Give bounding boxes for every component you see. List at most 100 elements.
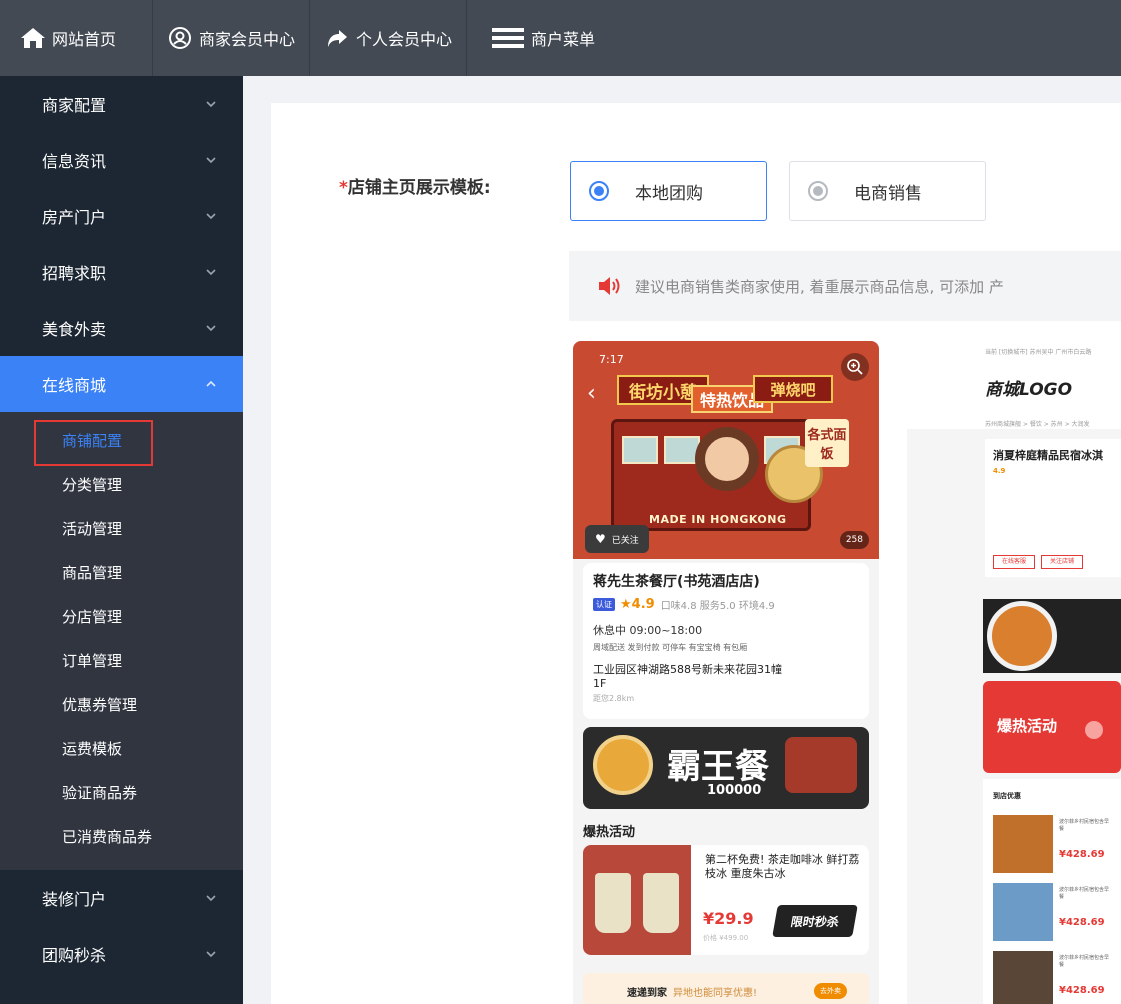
rating-detail: 口味4.8 服务5.0 环境4.9 [660,601,775,612]
chevron-down-icon [206,951,216,958]
shop-address: 工业园区神湖路588号新未来花园31幢1F [593,663,782,690]
sidebar-item-real-estate[interactable]: 房产门户 [0,188,243,244]
promo-banner: 霸王餐 100000 [583,727,869,809]
sidebar: 商家配置 信息资讯 房产门户 招聘求职 美食外卖 在线商城 商铺配置 分类管理 … [0,76,243,1004]
hot-activity-title: 爆热活动 [583,825,636,840]
delivery-button: 去外卖 [814,983,847,999]
mall-city-bar: 当前 [切换城市] 苏州吴中 广州市白云路 [985,349,1092,356]
sidebar-item-news[interactable]: 信息资讯 [0,132,243,188]
submenu-item-orders[interactable]: 订单管理 [0,638,243,682]
shop-name: 蒋先生茶餐厅(书苑酒店店) [593,574,760,590]
item-info: 波尔菲乡村民宿包含早餐 [1059,955,1110,968]
delivery-bar: 速递到家 异地也能同享优惠! 去外卖 [583,973,869,1004]
sidebar-item-group-buy[interactable]: 团购秒杀 [0,926,243,982]
made-in-banner: MADE IN HONGKONG [649,513,787,526]
mall-shop-name: 消夏梓庭精品民宿冰淇 [993,449,1103,462]
radio-ecommerce[interactable]: 电商销售 [789,161,986,221]
sidebar-item-label: 招聘求职 [42,264,107,283]
shop-hero-image: 7:17 ‹ 街坊小憩 特热饮品 弹烧吧 各式面饭 MADE IN HONGKO… [573,341,879,559]
top-navigation-bar: 网站首页 商家会员中心 个人会员中心 商户菜单 [0,0,1121,76]
mall-rating: 4.9 [993,467,1006,475]
deal-price: ¥29.9 [703,909,754,928]
follow-label: 已关注 [611,535,639,546]
service-tags: 周域配送 发到付款 可停车 有宝宝椅 有包厢 [593,643,748,652]
sidebar-item-label: 装修门户 [42,890,107,909]
home-icon [20,25,46,51]
sidebar-item-jobs[interactable]: 招聘求职 [0,244,243,300]
shop-info-card: 蒋先生茶餐厅(书苑酒店店) 认证 ★4.9 口味4.8 服务5.0 环境4.9 … [583,563,869,719]
business-hours: 休息中 09:00~18:00 [593,624,703,637]
submenu-item-label: 验证商品券 [62,783,138,802]
item-price: ¥428.69 [1059,985,1105,996]
certified-badge: 认证 [593,598,615,611]
submenu-item-label: 分类管理 [62,475,123,494]
zoom-icon[interactable] [841,353,869,381]
nav-home-label: 网站首页 [52,30,117,49]
sidebar-item-label: 团购秒杀 [42,946,107,965]
submenu-item-shop-config[interactable]: 商铺配置 [0,418,243,466]
hamburger-menu-icon [491,25,525,51]
list-item: 波尔菲乡村民宿包含早餐 ¥428.69 [993,815,1113,873]
deal-original-price: 价格 ¥499.00 [703,934,749,942]
submenu-item-coupons[interactable]: 优惠券管理 [0,682,243,726]
delivery-label: 速递到家 [627,987,667,999]
submenu-item-used-voucher[interactable]: 已消费商品券 [0,814,243,858]
sidebar-submenu: 商铺配置 分类管理 活动管理 商品管理 分店管理 订单管理 优惠券管理 运费模板… [0,412,243,870]
radio-label: 电商销售 [854,183,922,204]
sidebar-item-food-delivery[interactable]: 美食外卖 [0,300,243,356]
submenu-item-branches[interactable]: 分店管理 [0,594,243,638]
submenu-item-category[interactable]: 分类管理 [0,462,243,506]
back-arrow-icon: ‹ [587,381,596,406]
list-item: 波尔菲乡村民宿包含早餐 ¥428.69 [993,951,1113,1004]
submenu-item-shipping-template[interactable]: 运费模板 [0,726,243,770]
submenu-item-label: 活动管理 [62,519,123,538]
sign-tag: 各式面饭 [805,419,849,467]
radio-indicator [589,181,609,201]
nav-merchant-center[interactable]: 商家会员中心 [153,0,311,76]
sidebar-item-merchant-config[interactable]: 商家配置 [0,76,243,132]
notice-text: 建议电商销售类商家使用, 着重展示商品信息, 可添加 产 [635,277,1004,296]
status-time: 7:17 [599,353,624,366]
nav-personal-center[interactable]: 个人会员中心 [310,0,468,76]
submenu-item-label: 订单管理 [62,651,123,670]
radio-local-group-buy[interactable]: 本地团购 [570,161,767,221]
chevron-down-icon [206,101,216,108]
sidebar-item-label: 在线商城 [42,376,107,395]
sidebar-item-online-mall[interactable]: 在线商城 [0,356,243,412]
submenu-item-verify-voucher[interactable]: 验证商品券 [0,770,243,814]
submenu-item-label: 商品管理 [62,563,123,582]
main-panel: *店铺主页展示模板: 本地团购 电商销售 建议电商销售类商家使用, 着重展示商品… [271,103,1121,1004]
arrow-left-icon [1085,721,1103,739]
sidebar-item-label: 房产门户 [42,208,107,227]
submenu-item-label: 运费模板 [62,739,123,758]
radio-label: 本地团购 [635,183,703,204]
rating-score: ★4.9 [620,597,655,612]
template-notice: 建议电商销售类商家使用, 着重展示商品信息, 可添加 产 [569,251,1121,321]
nav-merchant-center-label: 商家会员中心 [199,30,296,49]
sidebar-item-decoration[interactable]: 装修门户 [0,870,243,926]
shop-rating: 认证 ★4.9 口味4.8 服务5.0 环境4.9 [593,597,859,612]
user-circle-icon [167,25,193,51]
nav-home[interactable]: 网站首页 [0,0,153,76]
template-field-label: *店铺主页展示模板: [339,173,491,198]
mall-product-list: 到店优惠 波尔菲乡村民宿包含早餐 ¥428.69 波尔菲乡村民宿包含早餐 ¥42… [983,779,1121,1004]
item-price: ¥428.69 [1059,849,1105,860]
nav-merchant-menu[interactable]: 商户菜单 [467,0,609,76]
required-mark: * [339,178,348,198]
deal-card: 第二杯免费! 茶走咖啡冰 鲜打荔枝冰 重度朱古冰 ¥29.9 价格 ¥499.0… [583,845,869,955]
submenu-item-products[interactable]: 商品管理 [0,550,243,594]
share-arrow-icon [324,25,350,51]
mall-hot-activity: 爆热活动 [983,681,1121,773]
submenu-item-label: 已消费商品券 [62,827,153,846]
nav-personal-center-label: 个人会员中心 [356,30,453,49]
sign-board: 弹烧吧 [753,375,833,403]
mall-food-banner [983,599,1121,673]
follow-badge: ♥ 已关注 [585,525,649,553]
list-item: 波尔菲乡村民宿包含早餐 ¥428.69 [993,883,1113,941]
submenu-item-activity[interactable]: 活动管理 [0,506,243,550]
follow-shop-button: 关注店铺 [1041,555,1083,569]
nav-merchant-menu-label: 商户菜单 [531,30,596,49]
mall-breadcrumb: 苏州商城旗舰 > 餐饮 > 苏州 > 大润发 [985,421,1090,428]
photo-count: 258 [839,531,869,549]
deal-text: 第二杯免费! 茶走咖啡冰 鲜打荔枝冰 重度朱古冰 [705,853,860,880]
